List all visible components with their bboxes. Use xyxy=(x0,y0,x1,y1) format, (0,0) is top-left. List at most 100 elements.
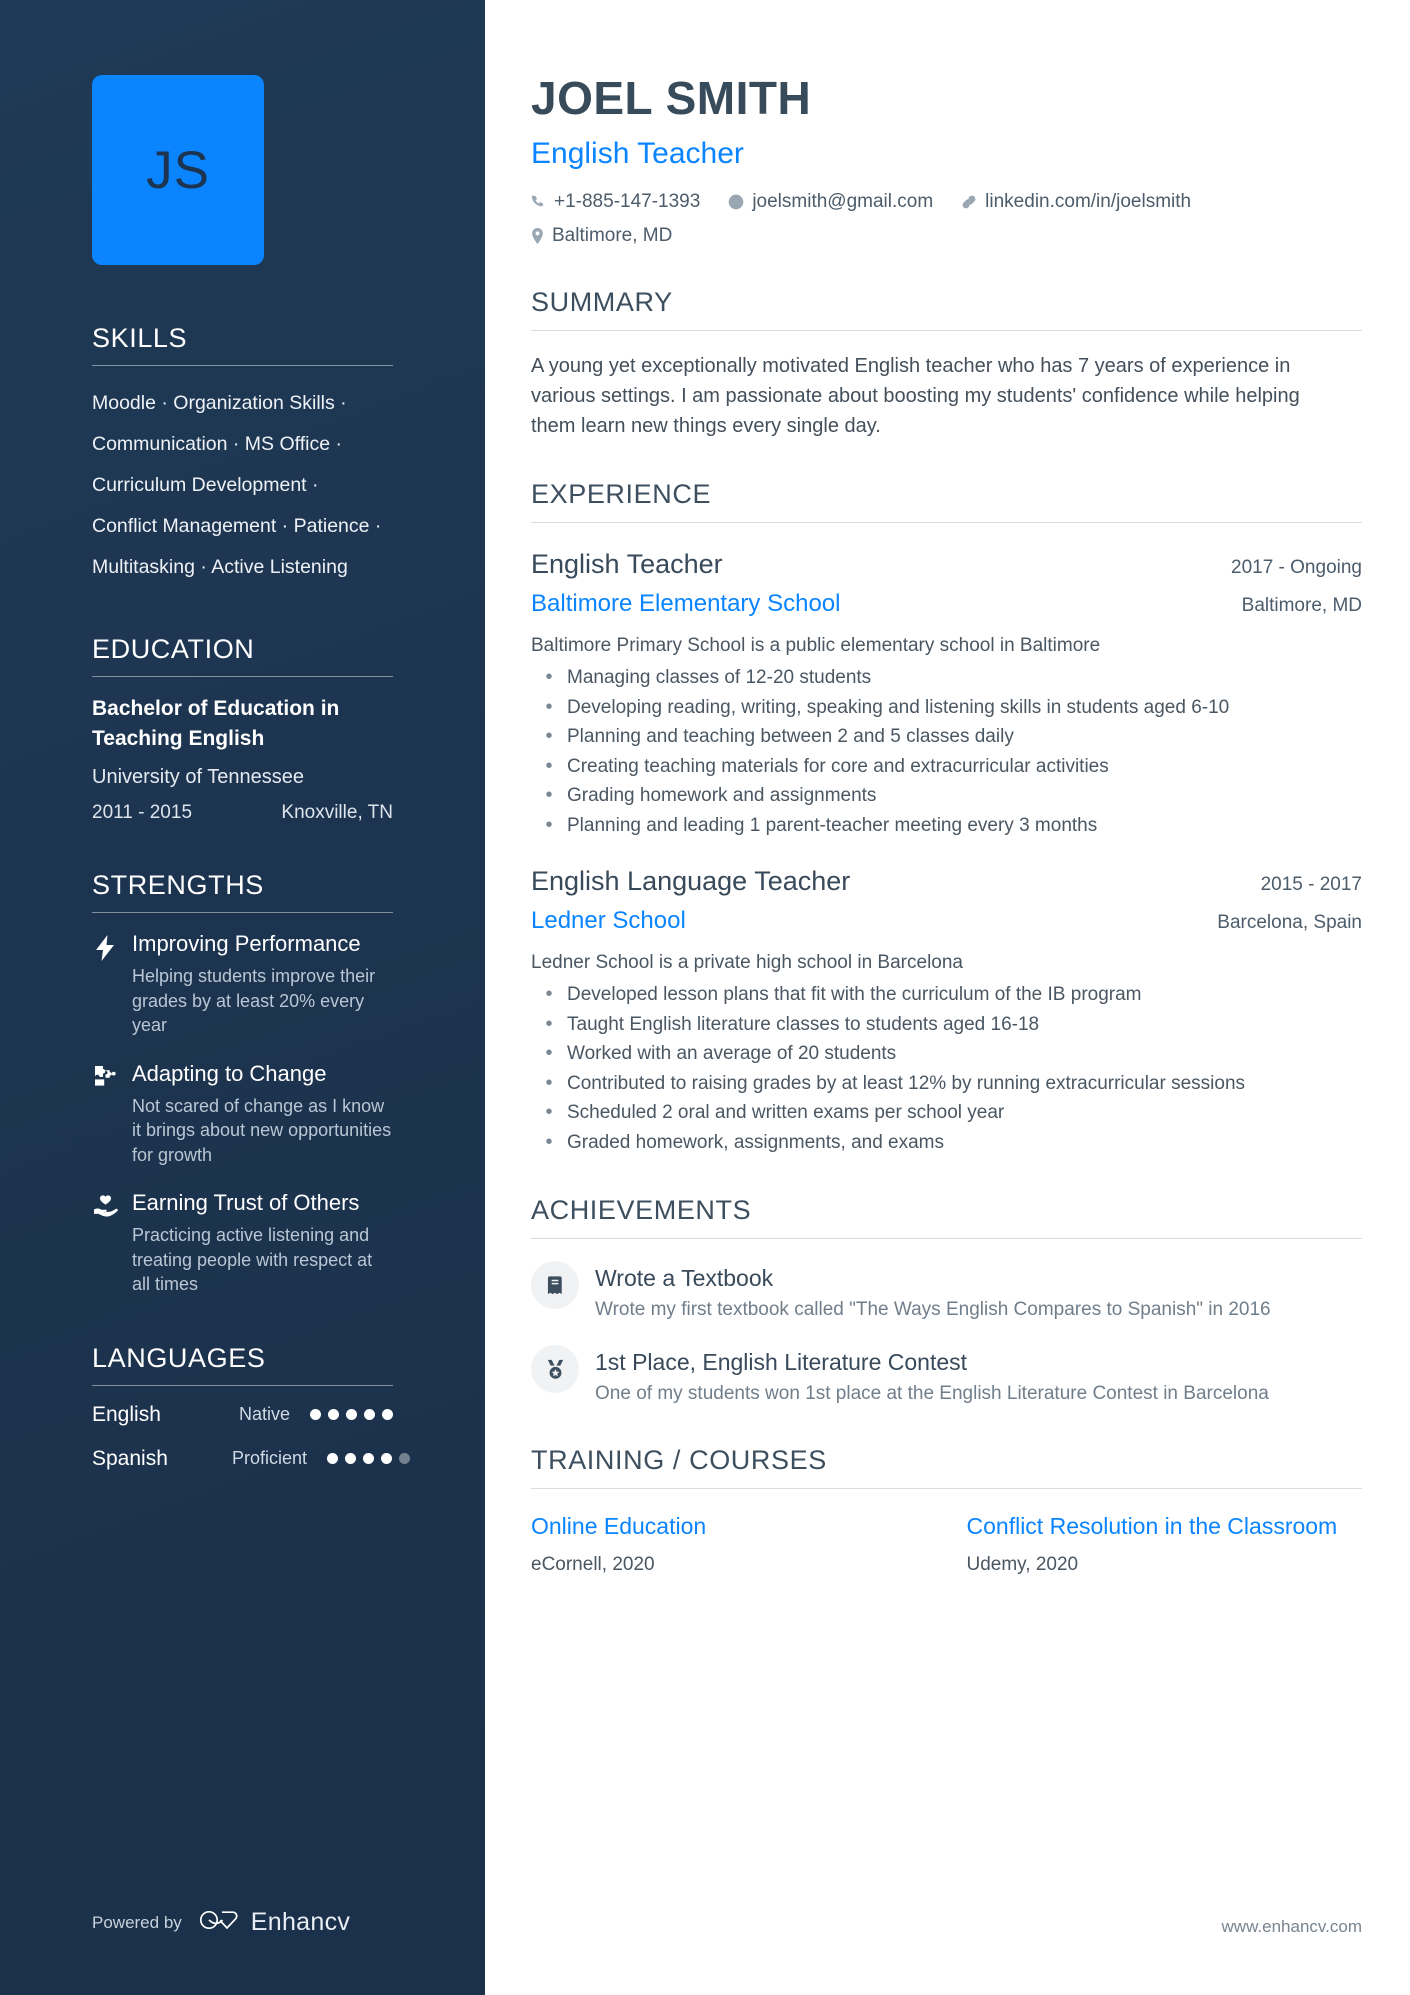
strengths-divider xyxy=(92,912,393,913)
section-achievements: ACHIEVEMENTS Wrote a Textbook Wrote my f… xyxy=(531,1195,1362,1407)
experience-entry-subheader: Baltimore Elementary School Baltimore, M… xyxy=(531,588,1362,620)
bullet-text: Developing reading, writing, speaking an… xyxy=(567,696,1230,718)
rating-dot xyxy=(381,1453,393,1464)
list-item: • Creating teaching materials for core an… xyxy=(531,752,1362,782)
strength-title: Earning Trust of Others xyxy=(132,1190,360,1215)
education-school: University of Tennessee xyxy=(92,766,304,788)
course-name-link[interactable]: Online Education xyxy=(531,1511,927,1542)
experience-heading: EXPERIENCE xyxy=(531,479,712,509)
sidebar-section-strengths: STRENGTHS Improving Performance Helping … xyxy=(92,870,393,1297)
puzzle-piece-icon xyxy=(92,1060,118,1168)
contact-location: Baltimore, MD xyxy=(531,223,1223,249)
language-rating-dots xyxy=(327,1453,411,1464)
course-provider-year: Udemy, 2020 xyxy=(966,1554,1079,1575)
bullet-dot: • xyxy=(545,666,553,688)
language-level: Native xyxy=(238,1404,290,1424)
bullet-dot: • xyxy=(545,983,553,1005)
contact-phone[interactable]: +1-885-147-1393 xyxy=(531,189,700,215)
experience-entry: English Teacher 2017 - Ongoing Baltimore… xyxy=(531,546,1362,840)
achievements-divider xyxy=(531,1238,1362,1239)
languages-divider xyxy=(92,1384,393,1386)
section-summary: SUMMARY A young yet exceptionally motiva… xyxy=(531,287,1362,441)
experience-company-link[interactable]: Ledner School xyxy=(531,905,686,937)
rating-dot xyxy=(364,1409,375,1420)
strengths-heading: STRENGTHS xyxy=(92,870,264,900)
achievement-desc: One of my students won 1st place at the … xyxy=(595,1383,1269,1404)
education-heading: EDUCATION xyxy=(92,634,255,664)
contact-phone-text: +1-885-147-1393 xyxy=(554,191,701,212)
experience-job-date: 2017 - Ongoing xyxy=(1231,557,1362,578)
list-item: • Managing classes of 12-20 students xyxy=(531,663,1362,693)
main-content: JOEL SMITH English Teacher +1-885-147-13… xyxy=(485,0,1410,1995)
bullet-dot: • xyxy=(545,695,553,718)
list-item: • Planning and teaching between 2 and 5 c… xyxy=(531,722,1362,752)
rating-dot-empty xyxy=(399,1453,411,1464)
lightning-bolt-icon xyxy=(92,930,118,1038)
experience-job-location: Barcelona, Spain xyxy=(1217,912,1362,933)
bullet-dot: • xyxy=(545,1012,553,1035)
list-item: • Grading homework and assignments xyxy=(531,781,1362,811)
course-name-link[interactable]: Conflict Resolution in the Classroom xyxy=(967,1511,1363,1542)
list-item: • Developing reading, writing, speaking a… xyxy=(531,693,1362,723)
medal-icon xyxy=(531,1345,579,1393)
experience-divider xyxy=(531,522,1362,523)
experience-job-description: Baltimore Primary School is a public ele… xyxy=(531,635,1101,656)
course-provider-year: eCornell, 2020 xyxy=(531,1554,655,1575)
list-item: • Taught English literature classes to st… xyxy=(531,1010,1362,1040)
sidebar-section-languages: LANGUAGES English Native Spanish Profici… xyxy=(92,1343,411,1471)
section-training-courses: TRAINING / COURSES Online Education eCor… xyxy=(531,1445,1362,1578)
contact-email[interactable]: joelsmith@gmail.com xyxy=(728,189,933,215)
strength-title: Adapting to Change xyxy=(132,1060,327,1086)
language-row: Spanish Proficient xyxy=(92,1447,411,1471)
bullet-text: Grading homework and assignments xyxy=(567,785,877,806)
training-divider xyxy=(531,1488,1362,1489)
location-pin-icon xyxy=(531,228,544,244)
bullet-text: Developed lesson plans that fit with the… xyxy=(567,984,1142,1005)
experience-bullet-list: • Managing classes of 12-20 students • Dev… xyxy=(531,663,1362,840)
rating-dot xyxy=(310,1409,321,1420)
experience-job-title: English Teacher xyxy=(531,549,723,579)
bullet-text: Scheduled 2 oral and written exams per s… xyxy=(567,1102,1005,1123)
experience-job-description: Ledner School is a private high school i… xyxy=(531,952,963,973)
resume-page: JS SKILLS Moodle · Organization Skills ·… xyxy=(0,0,1410,1995)
strength-item: Earning Trust of Others Practicing activ… xyxy=(92,1189,393,1297)
rating-dot xyxy=(327,1453,339,1464)
bullet-dot: • xyxy=(545,725,553,747)
enhancv-brand-name: Enhancv xyxy=(250,1908,351,1936)
skill-line: Curriculum Development · xyxy=(92,474,319,496)
sidebar: JS SKILLS Moodle · Organization Skills ·… xyxy=(0,0,485,1995)
language-row: English Native xyxy=(92,1403,393,1427)
list-item: • Developed lesson plans that fit with th… xyxy=(531,980,1362,1010)
education-degree: Bachelor of Education in Teaching Englis… xyxy=(92,697,340,750)
experience-company-link[interactable]: Baltimore Elementary School xyxy=(531,588,840,620)
bullet-text: Graded homework, assignments, and exams xyxy=(567,1131,945,1153)
achievement-item: 1st Place, English Literature Contest On… xyxy=(531,1345,1362,1407)
bullet-text: Planning and teaching between 2 and 5 cl… xyxy=(567,726,1014,747)
rating-dot xyxy=(328,1409,339,1420)
email-at-icon xyxy=(728,194,744,210)
contact-linkedin-text: linkedin.com/in/joelsmith xyxy=(985,191,1192,212)
strength-desc: Helping students improve their grades by… xyxy=(132,966,376,1035)
course-item: Online Education eCornell, 2020 xyxy=(531,1511,927,1578)
link-icon xyxy=(961,194,977,210)
list-item: • Contributed to raising grades by at lea… xyxy=(531,1069,1362,1099)
language-rating-dots xyxy=(310,1409,393,1420)
bullet-dot: • xyxy=(545,1101,553,1123)
list-item: • Planning and leading 1 parent-teacher m… xyxy=(531,811,1362,841)
experience-entry-header: English Language Teacher 2015 - 2017 xyxy=(531,863,1362,899)
bullet-text: Creating teaching materials for core and… xyxy=(567,755,1109,777)
skills-divider xyxy=(92,365,393,366)
avatar: JS xyxy=(92,75,264,265)
contact-linkedin[interactable]: linkedin.com/in/joelsmith xyxy=(961,189,1191,215)
course-item: Conflict Resolution in the Classroom Ude… xyxy=(967,1511,1363,1578)
skills-heading: SKILLS xyxy=(92,323,188,353)
sidebar-footer: Powered by Enhancv xyxy=(92,1908,350,1937)
contact-email-text: joelsmith@gmail.com xyxy=(752,191,934,212)
achievement-title: 1st Place, English Literature Contest xyxy=(595,1349,968,1375)
education-divider xyxy=(92,676,393,677)
rating-dot xyxy=(345,1453,357,1464)
avatar-initials: JS xyxy=(146,140,210,200)
training-heading: TRAINING / COURSES xyxy=(531,1445,827,1475)
bullet-dot: • xyxy=(545,813,553,836)
strength-item: Improving Performance Helping students i… xyxy=(92,930,393,1038)
